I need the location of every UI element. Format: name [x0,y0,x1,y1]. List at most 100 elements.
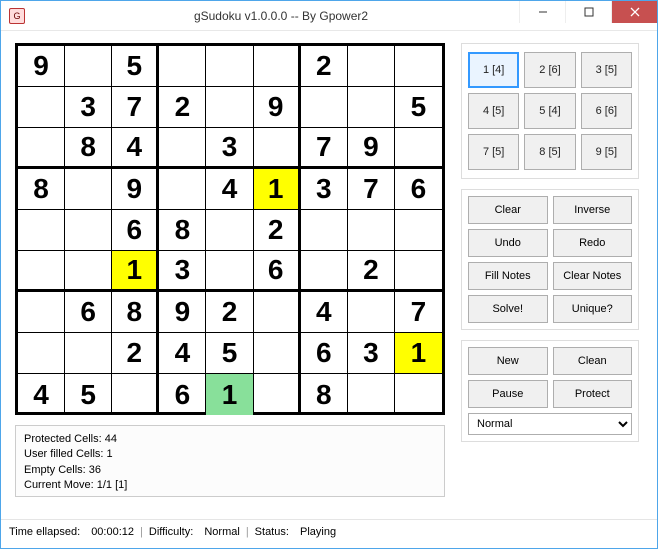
cell-r3-c0[interactable]: 8 [18,169,65,210]
cell-r3-c8[interactable]: 6 [395,169,442,210]
new-button[interactable]: New [468,347,548,375]
fillnotes-button[interactable]: Fill Notes [468,262,548,290]
cell-r8-c0[interactable]: 4 [18,374,65,415]
cell-r0-c5[interactable] [254,46,301,87]
maximize-button[interactable] [565,1,611,23]
numpad-button-6[interactable]: 6 [6] [581,93,632,129]
clearnotes-button[interactable]: Clear Notes [553,262,633,290]
difficulty-select[interactable]: Normal [468,413,632,435]
cell-r1-c7[interactable] [348,87,395,128]
cell-r4-c2[interactable]: 6 [112,210,159,251]
cell-r0-c8[interactable] [395,46,442,87]
cell-r4-c8[interactable] [395,210,442,251]
numpad-button-9[interactable]: 9 [5] [581,134,632,170]
pause-button[interactable]: Pause [468,380,548,408]
cell-r4-c4[interactable] [206,210,253,251]
cell-r0-c6[interactable]: 2 [301,46,348,87]
cell-r7-c1[interactable] [65,333,112,374]
redo-button[interactable]: Redo [553,229,633,257]
cell-r1-c0[interactable] [18,87,65,128]
undo-button[interactable]: Undo [468,229,548,257]
cell-r1-c6[interactable] [301,87,348,128]
cell-r5-c8[interactable] [395,251,442,292]
cell-r6-c2[interactable]: 8 [112,292,159,333]
close-button[interactable] [611,1,657,23]
protect-button[interactable]: Protect [553,380,633,408]
cell-r5-c2[interactable]: 1 [112,251,159,292]
cell-r1-c1[interactable]: 3 [65,87,112,128]
cell-r2-c8[interactable] [395,128,442,169]
cell-r6-c0[interactable] [18,292,65,333]
cell-r5-c6[interactable] [301,251,348,292]
cell-r5-c4[interactable] [206,251,253,292]
numpad-button-3[interactable]: 3 [5] [581,52,632,88]
cell-r0-c1[interactable] [65,46,112,87]
cell-r3-c5[interactable]: 1 [254,169,301,210]
cell-r1-c4[interactable] [206,87,253,128]
cell-r6-c7[interactable] [348,292,395,333]
minimize-button[interactable] [519,1,565,23]
cell-r1-c5[interactable]: 9 [254,87,301,128]
clean-button[interactable]: Clean [553,347,633,375]
cell-r4-c7[interactable] [348,210,395,251]
cell-r6-c3[interactable]: 9 [159,292,206,333]
numpad-button-4[interactable]: 4 [5] [468,93,519,129]
cell-r3-c1[interactable] [65,169,112,210]
sudoku-grid[interactable]: 9523729584379894137668213626892472456314… [15,43,445,415]
numpad-button-5[interactable]: 5 [4] [524,93,575,129]
cell-r3-c3[interactable] [159,169,206,210]
cell-r6-c8[interactable]: 7 [395,292,442,333]
cell-r7-c4[interactable]: 5 [206,333,253,374]
cell-r2-c7[interactable]: 9 [348,128,395,169]
cell-r1-c2[interactable]: 7 [112,87,159,128]
cell-r7-c3[interactable]: 4 [159,333,206,374]
cell-r2-c2[interactable]: 4 [112,128,159,169]
inverse-button[interactable]: Inverse [553,196,633,224]
cell-r0-c7[interactable] [348,46,395,87]
cell-r0-c4[interactable] [206,46,253,87]
cell-r5-c5[interactable]: 6 [254,251,301,292]
cell-r2-c3[interactable] [159,128,206,169]
numpad-button-7[interactable]: 7 [5] [468,134,519,170]
cell-r8-c2[interactable] [112,374,159,415]
cell-r5-c7[interactable]: 2 [348,251,395,292]
cell-r4-c6[interactable] [301,210,348,251]
numpad-button-8[interactable]: 8 [5] [524,134,575,170]
numpad-button-2[interactable]: 2 [6] [524,52,575,88]
cell-r4-c0[interactable] [18,210,65,251]
cell-r3-c6[interactable]: 3 [301,169,348,210]
cell-r3-c7[interactable]: 7 [348,169,395,210]
cell-r0-c0[interactable]: 9 [18,46,65,87]
unique-button[interactable]: Unique? [553,295,633,323]
cell-r7-c8[interactable]: 1 [395,333,442,374]
cell-r8-c8[interactable] [395,374,442,415]
numpad-button-1[interactable]: 1 [4] [468,52,519,88]
cell-r2-c6[interactable]: 7 [301,128,348,169]
solve-button[interactable]: Solve! [468,295,548,323]
cell-r6-c1[interactable]: 6 [65,292,112,333]
cell-r4-c3[interactable]: 8 [159,210,206,251]
cell-r7-c5[interactable] [254,333,301,374]
cell-r8-c4[interactable]: 1 [206,374,253,415]
cell-r2-c5[interactable] [254,128,301,169]
cell-r4-c1[interactable] [65,210,112,251]
cell-r2-c1[interactable]: 8 [65,128,112,169]
cell-r8-c6[interactable]: 8 [301,374,348,415]
cell-r6-c6[interactable]: 4 [301,292,348,333]
cell-r5-c0[interactable] [18,251,65,292]
cell-r8-c1[interactable]: 5 [65,374,112,415]
cell-r1-c3[interactable]: 2 [159,87,206,128]
cell-r8-c7[interactable] [348,374,395,415]
cell-r5-c1[interactable] [65,251,112,292]
cell-r4-c5[interactable]: 2 [254,210,301,251]
cell-r0-c2[interactable]: 5 [112,46,159,87]
cell-r7-c0[interactable] [18,333,65,374]
cell-r7-c7[interactable]: 3 [348,333,395,374]
cell-r3-c2[interactable]: 9 [112,169,159,210]
cell-r7-c2[interactable]: 2 [112,333,159,374]
cell-r5-c3[interactable]: 3 [159,251,206,292]
cell-r8-c5[interactable] [254,374,301,415]
cell-r8-c3[interactable]: 6 [159,374,206,415]
cell-r7-c6[interactable]: 6 [301,333,348,374]
cell-r2-c4[interactable]: 3 [206,128,253,169]
